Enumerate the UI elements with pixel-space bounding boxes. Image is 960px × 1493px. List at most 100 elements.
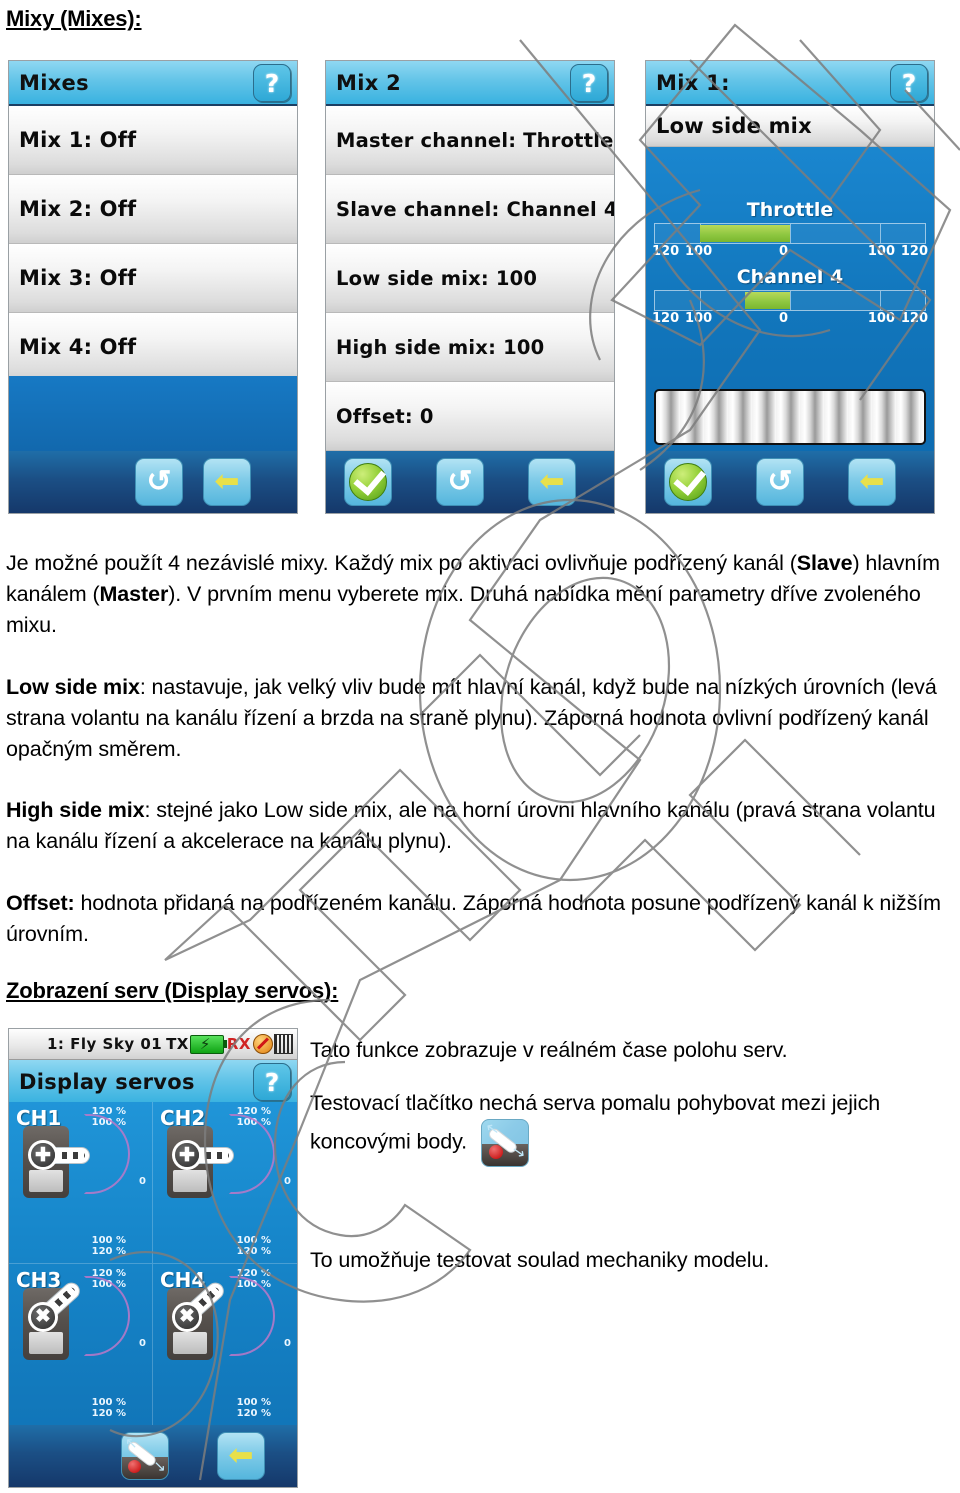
p3-rest: : stejné jako Low side mix, ale na horní… <box>6 798 936 853</box>
axis-tick-120-left: 120 <box>652 311 680 326</box>
servo-pct-mid-ch2: 0 <box>284 1176 291 1188</box>
help-icon[interactable]: ? <box>570 64 608 102</box>
pct-120: 120 % <box>236 1408 271 1419</box>
confirm-button[interactable] <box>664 458 712 506</box>
back-button[interactable]: ⬅ <box>528 458 576 506</box>
servo-cell-ch2: CH2 120 % 100 % 0 100 % 120 % ✚ <box>153 1102 297 1264</box>
menu-item-master-channel[interactable]: Master channel: Throttle <box>326 106 614 175</box>
screen-footer-mix2: ↺ ⬅ <box>326 451 614 513</box>
bar-fill-channel4 <box>744 292 790 309</box>
menu-item-low-side-mix-label: Low side mix <box>646 106 934 147</box>
battery-icon: ⚡ <box>189 1034 227 1054</box>
horn-holes <box>195 1152 229 1159</box>
screen-titlebar-mix1: Mix 1: ? <box>646 61 934 106</box>
pct-120: 120 % <box>91 1408 126 1419</box>
servo-cell-ch4: CH4 120 % 100 % 0 100 % 120 % ✖ <box>153 1264 297 1426</box>
menu-item-slave-channel[interactable]: Slave channel: Channel 4 <box>326 175 614 244</box>
bar-chart-background: Throttle 120 100 0 100 120 Channel 4 120… <box>646 147 934 451</box>
bolt-glyph: ⚡ <box>199 1034 211 1053</box>
back-button[interactable]: ⬅ <box>848 458 896 506</box>
back-arrow-icon: ⬅ <box>228 1439 254 1472</box>
servo-pct-mid-ch1: 0 <box>139 1176 146 1188</box>
pct-100: 100 % <box>236 1397 271 1408</box>
p3-lead: High side mix <box>6 798 145 822</box>
help-icon-glyph: ? <box>901 68 917 98</box>
p1-slave: Slave <box>796 551 853 575</box>
menu-item-mix4[interactable]: Mix 4: Off <box>9 313 297 382</box>
servo-hub-ch1: ✚ <box>31 1143 55 1167</box>
undo-button[interactable]: ↺ <box>756 458 804 506</box>
back-button[interactable]: ⬅ <box>217 1432 265 1480</box>
no-signal-icon <box>253 1034 273 1054</box>
undo-icon: ↺ <box>447 465 473 498</box>
p1-a: Je možné použít 4 nezávislé mixy. Každý … <box>6 551 797 575</box>
paragraph-low-side-mix: Low side mix: nastavuje, jak velký vliv … <box>6 672 954 765</box>
axis-tick-zero: 0 <box>778 311 788 326</box>
axis-tick-zero: 0 <box>778 244 788 259</box>
paragraph-intro: Je možné použít 4 nezávislé mixy. Každý … <box>6 548 954 641</box>
page-title-mixy: Mixy (Mixes): <box>6 6 142 31</box>
undo-button[interactable]: ↺ <box>135 458 183 506</box>
bar-axis-throttle: 120 100 0 100 120 <box>652 244 928 262</box>
rx-signal-bars-icon <box>274 1034 293 1054</box>
screen-title-servos: Display servos <box>19 1069 195 1094</box>
menu-item-mix1[interactable]: Mix 1: Off <box>9 106 297 175</box>
p1-master: Master <box>99 582 169 606</box>
help-icon[interactable]: ? <box>253 64 291 102</box>
axis-tick-100-left: 100 <box>685 244 713 259</box>
bar-axis-channel4: 120 100 0 100 120 <box>652 311 928 329</box>
servo-pct-mid-ch4: 0 <box>284 1338 291 1350</box>
screen-footer-servos: ↖ ↘ ⬅ <box>9 1425 297 1487</box>
p2-lead: Low side mix <box>6 675 140 699</box>
pct-100: 100 % <box>91 1234 126 1246</box>
bar-chart-panel: Throttle 120 100 0 100 120 Channel 4 120… <box>646 147 934 451</box>
paragraph-servo-realtime: Tato funkce zobrazuje v reálném čase pol… <box>310 1038 788 1062</box>
help-icon-glyph: ? <box>581 68 597 98</box>
screen-titlebar-mix2: Mix 2 ? <box>326 61 614 106</box>
status-bar: 1: Fly Sky 01 TX ⚡ RX <box>9 1029 297 1060</box>
servo-cell-ch1: CH1 120 % 100 % 0 100 % 120 % ✚ <box>9 1102 153 1264</box>
screen-titlebar-servos: Display servos ? <box>9 1060 297 1105</box>
test-icon-arrow-up: ↖ <box>484 1119 501 1140</box>
p4-rest: hodnota přidaná na podřízeném kanálu. Zá… <box>6 891 941 946</box>
servo-hub-ch3: ✖ <box>31 1304 55 1329</box>
servo-pct-bot-ch2: 100 % 120 % <box>237 1235 271 1257</box>
axis-tick-120-left: 120 <box>652 244 680 259</box>
device-screenshot-display-servos: 1: Fly Sky 01 TX ⚡ RX Display servos ? C… <box>8 1028 298 1488</box>
screen-title-mix1: Mix 1: <box>656 70 730 95</box>
undo-button[interactable]: ↺ <box>436 458 484 506</box>
axis-tick-120-right: 120 <box>900 244 928 259</box>
device-screenshot-mix2: Mix 2 ? Master channel: Throttle Slave c… <box>325 60 615 514</box>
back-button[interactable]: ⬅ <box>203 458 251 506</box>
help-icon-glyph: ? <box>264 68 280 98</box>
horn-holes <box>51 1152 85 1159</box>
p2-rest: : nastavuje, jak velký vliv bude mít hla… <box>6 675 937 761</box>
section-title-display-servos: Zobrazení serv (Display servos): <box>6 978 339 1003</box>
screen-title-mix2: Mix 2 <box>336 70 402 95</box>
axis-tick-100-right: 100 <box>867 311 895 326</box>
servo-hub-ch2: ✚ <box>175 1143 199 1167</box>
menu-item-mix2[interactable]: Mix 2: Off <box>9 175 297 244</box>
confirm-button[interactable] <box>344 458 392 506</box>
help-icon[interactable]: ? <box>253 1063 291 1101</box>
test-button-icon: ↖ ↘ <box>481 1119 530 1167</box>
servo-pct-bot-ch3: 100 % 120 % <box>92 1397 126 1419</box>
test-icon-arrow-down: ↘ <box>510 1142 527 1163</box>
rx-label: RX <box>226 1035 251 1053</box>
test-button[interactable]: ↖ ↘ <box>121 1432 169 1480</box>
pct-120: 120 % <box>236 1245 271 1257</box>
undo-icon: ↺ <box>767 465 793 498</box>
paragraph-servo-mechanics: To umožňuje testovat soulad mechaniky mo… <box>310 1248 770 1272</box>
help-icon[interactable]: ? <box>890 64 928 102</box>
back-arrow-icon: ⬅ <box>214 465 240 498</box>
servo-pct-mid-ch3: 0 <box>139 1338 146 1350</box>
test-icon-arrow-down: ↘ <box>153 1458 166 1475</box>
axis-tick-100-left: 100 <box>685 311 713 326</box>
menu-item-high-side-mix[interactable]: High side mix: 100 <box>326 313 614 382</box>
menu-item-low-side-mix[interactable]: Low side mix: 100 <box>326 244 614 313</box>
menu-item-offset[interactable]: Offset: 0 <box>326 382 614 451</box>
bar-track-channel4 <box>654 290 926 311</box>
slider-ribbed-control[interactable] <box>654 389 926 445</box>
menu-item-mix3[interactable]: Mix 3: Off <box>9 244 297 313</box>
check-icon <box>669 463 707 501</box>
